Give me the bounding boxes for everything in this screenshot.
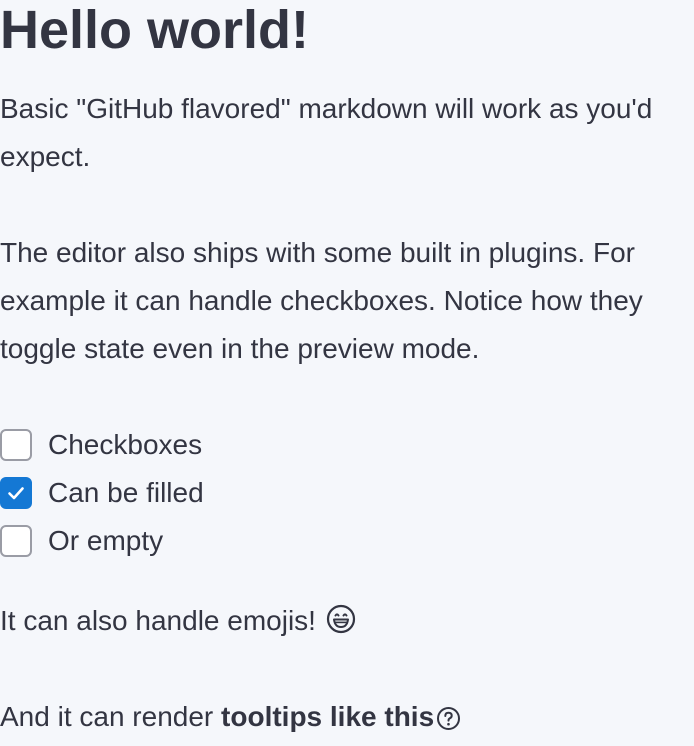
help-circle-icon[interactable] [436, 698, 461, 746]
emoji-text: It can also handle emojis! [0, 605, 316, 636]
task-checkbox[interactable] [0, 477, 32, 509]
paragraph-tooltip: And it can render tooltips like this [0, 693, 461, 746]
paragraph-markdown: Basic "GitHub flavored" markdown will wo… [0, 93, 653, 172]
paragraph-plugins: The editor also ships with some built in… [0, 237, 643, 364]
page-heading: Hello world! [0, 0, 309, 60]
tooltip-link[interactable]: tooltips like this [221, 701, 434, 732]
task-item-or-empty: Or empty [0, 517, 163, 565]
grinning-face-icon [326, 601, 356, 649]
task-label: Checkboxes [48, 429, 203, 460]
paragraph-emoji: It can also handle emojis! [0, 597, 356, 649]
tooltip-prefix: And it can render [0, 701, 222, 732]
task-item-checkboxes: Checkboxes [0, 421, 202, 469]
task-label: Or empty [48, 525, 164, 556]
task-label: Can be filled [48, 477, 204, 508]
task-item-can-be-filled: Can be filled [0, 469, 204, 517]
task-checkbox[interactable] [0, 525, 32, 557]
checkmark-icon [8, 487, 24, 500]
task-checkbox[interactable] [0, 429, 32, 461]
